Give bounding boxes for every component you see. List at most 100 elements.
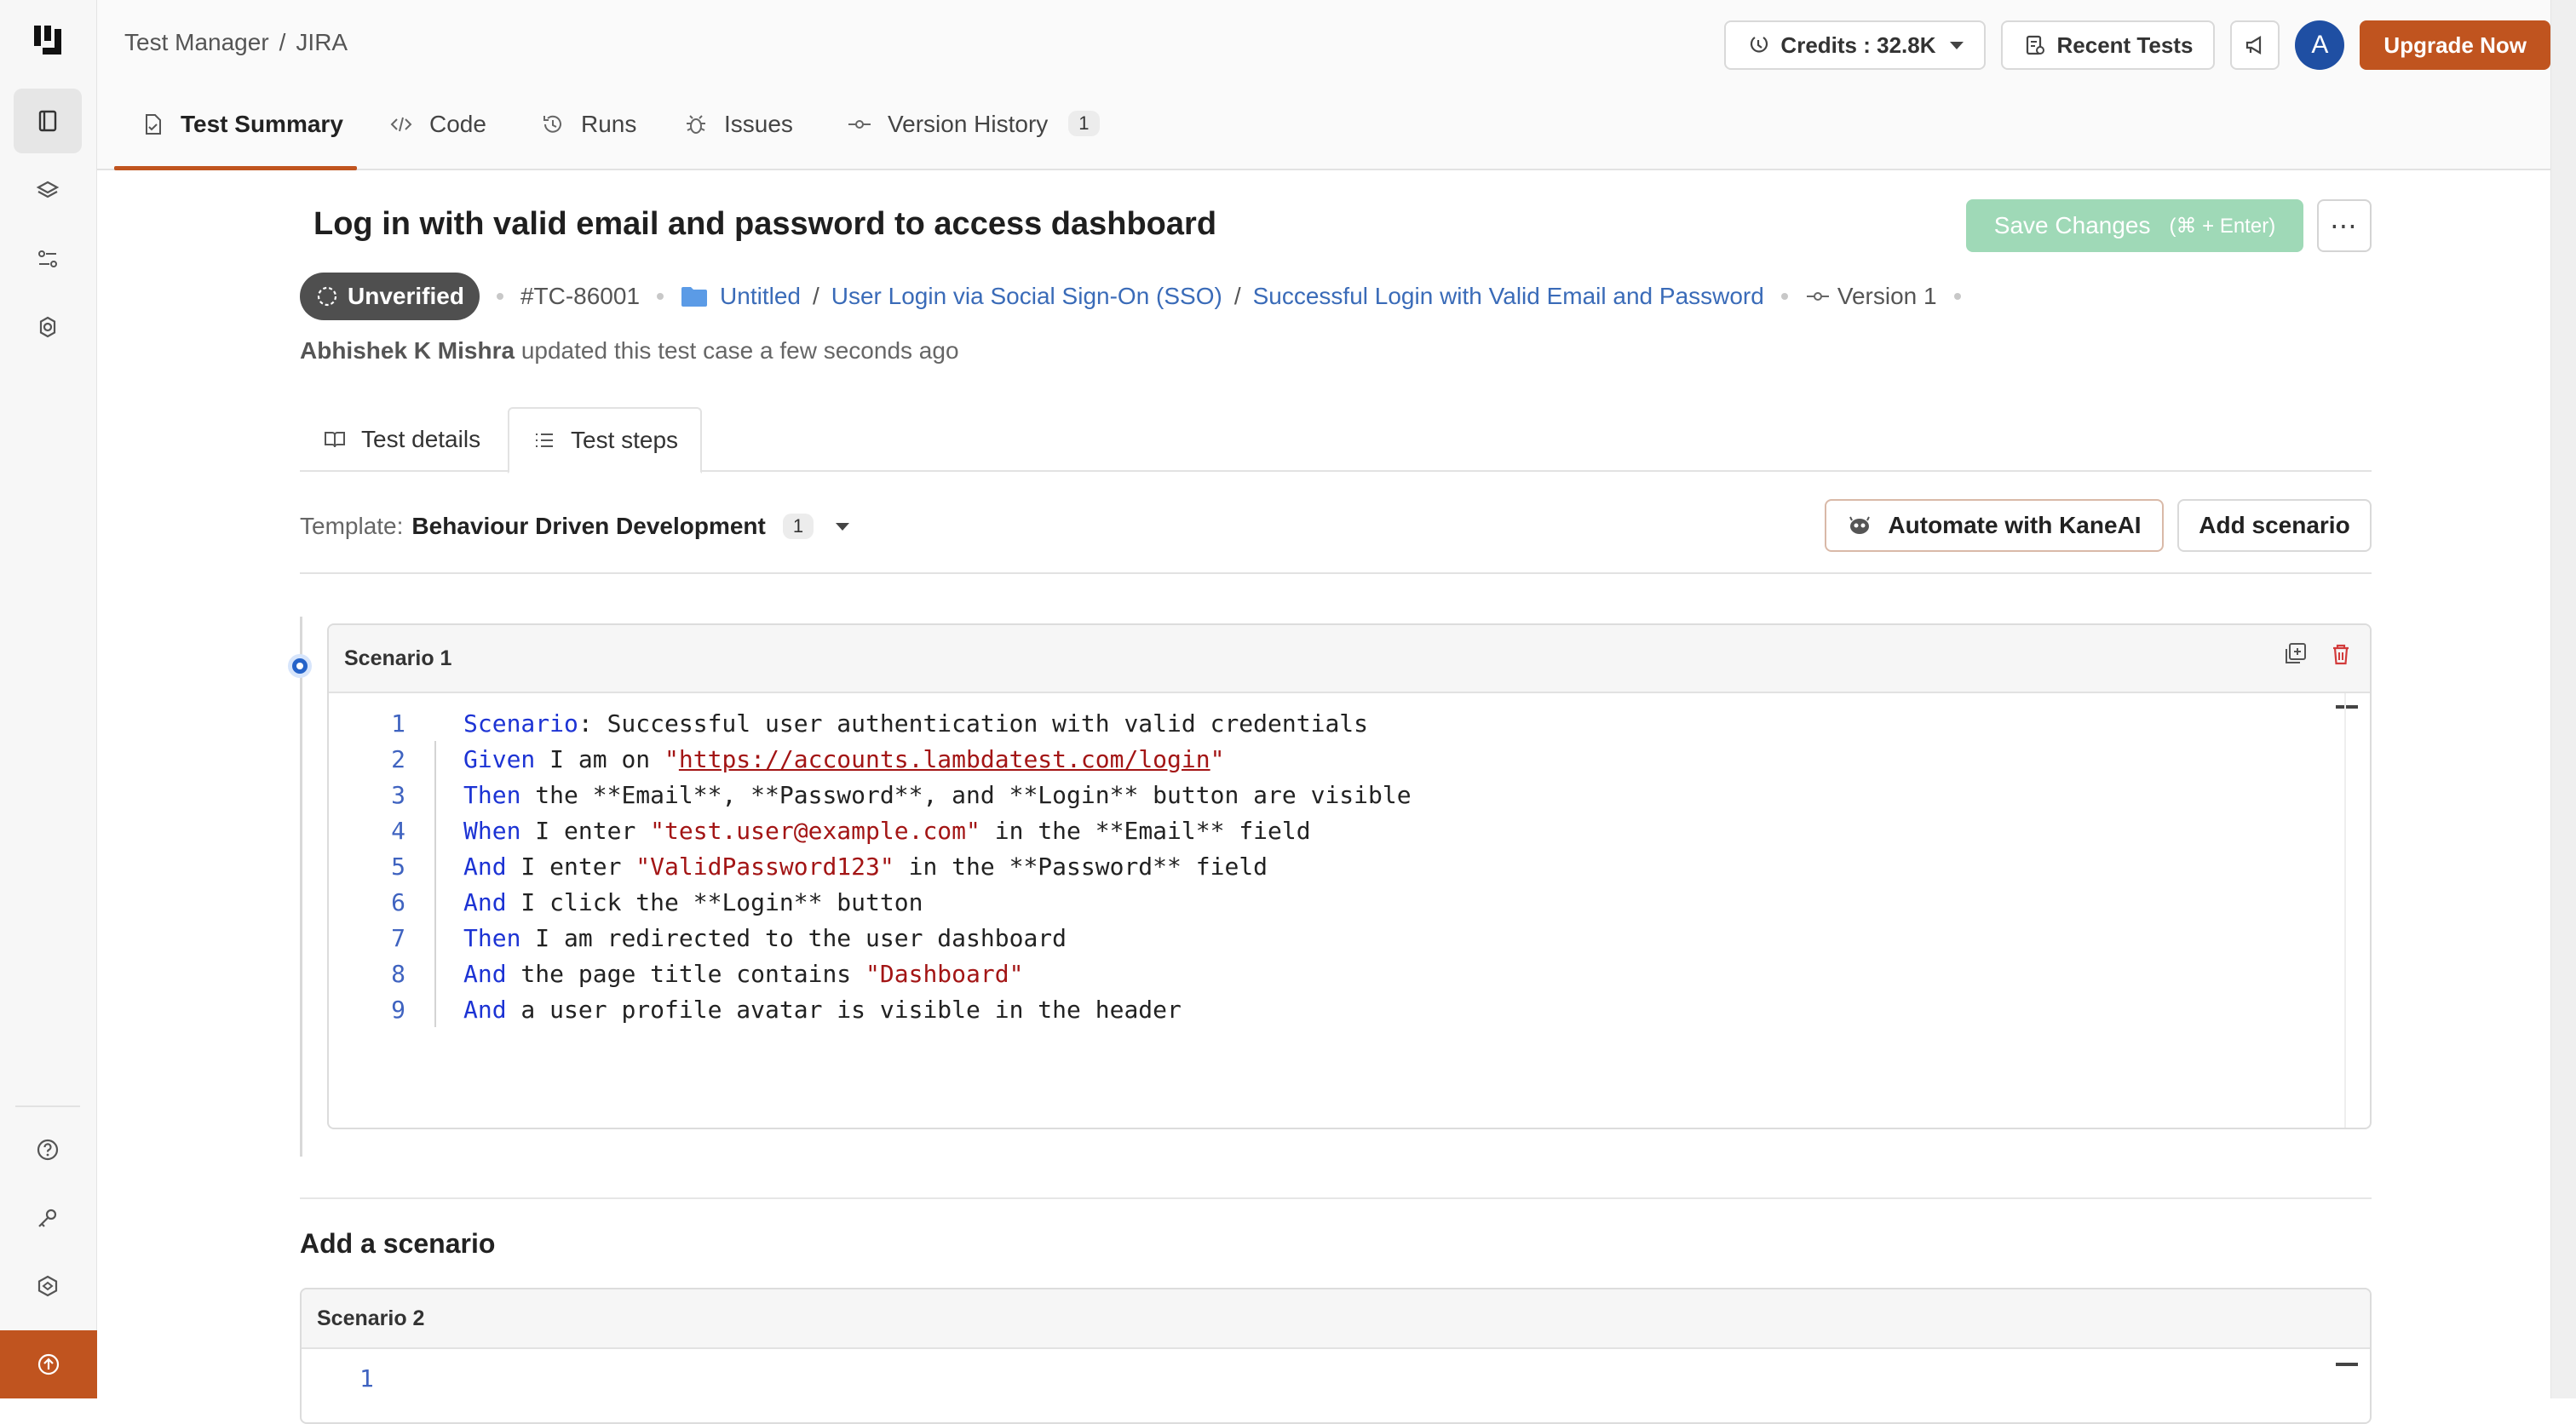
tab-label: Test steps — [571, 427, 679, 453]
code-line[interactable]: 7 Then I am redirected to the user dashbo… — [329, 920, 2370, 956]
detail-tabs: Test details Test steps — [300, 407, 2372, 474]
add-scenario-heading: Add a scenario — [300, 1228, 496, 1259]
add-scenario-button[interactable]: Add scenario — [2177, 499, 2372, 552]
scenario-2-card: Scenario 2 1 — [300, 1288, 2372, 1424]
automate-with-kaneai-button[interactable]: Automate with KaneAI — [1825, 499, 2164, 552]
code-line[interactable]: 4 When I enter "test.user@example.com" in… — [329, 812, 2370, 848]
sidebar-workflow-button[interactable] — [14, 227, 82, 291]
more-options-button[interactable]: ⋯ — [2317, 199, 2372, 252]
arrow-up-circle-icon — [37, 1353, 60, 1375]
step-text: I click the **Login** button — [506, 887, 923, 916]
code-line[interactable]: 3 Then the **Email**, **Password**, and *… — [329, 777, 2370, 812]
gherkin-keyword: Then — [463, 780, 521, 809]
recent-tests-label: Recent Tests — [2056, 32, 2194, 58]
save-changes-button[interactable]: Save Changes (⌘ + Enter) — [1966, 199, 2303, 252]
tab-version-history[interactable]: Version History 1 — [847, 111, 1100, 170]
workflow-icon — [38, 250, 57, 267]
path-segment[interactable]: User Login via Social Sign-On (SSO) — [831, 283, 1222, 310]
gherkin-keyword: And — [463, 852, 507, 881]
bug-icon — [687, 115, 705, 134]
sidebar-layers-button[interactable] — [14, 158, 82, 223]
user-avatar[interactable]: A — [2295, 20, 2345, 70]
page-scrollbar[interactable] — [2550, 0, 2576, 1398]
breadcrumb: Test Manager / JIRA — [124, 29, 348, 56]
scenario-marker — [288, 654, 312, 678]
recent-tests-icon — [2026, 35, 2044, 55]
help-icon — [37, 1139, 59, 1161]
tab-label: Runs — [581, 111, 637, 137]
status-badge[interactable]: Unverified — [300, 273, 480, 320]
path-segment[interactable]: Untitled — [720, 283, 801, 310]
gherkin-keyword: And — [463, 959, 507, 988]
book-icon — [325, 432, 345, 448]
tab-runs[interactable]: Runs — [540, 111, 636, 170]
status-label: Unverified — [348, 283, 464, 309]
breadcrumb-app[interactable]: Test Manager — [124, 29, 269, 56]
line-number: 2 — [391, 744, 405, 773]
sidebar-upgrade-button[interactable] — [0, 1330, 97, 1398]
code-line[interactable]: 1 Scenario: Successful user authenticatio… — [329, 705, 2370, 741]
code-editor[interactable]: 1 Scenario: Successful user authenticatio… — [329, 693, 2370, 1027]
updated-by: Abhishek K Mishra — [300, 337, 515, 364]
breadcrumb-project[interactable]: JIRA — [296, 29, 348, 56]
trash-icon[interactable] — [2327, 640, 2355, 668]
lambdatest-logo[interactable] — [31, 24, 66, 60]
tab-test-details[interactable]: Test details — [300, 407, 503, 472]
path-segment[interactable]: Successful Login with Valid Email and Pa… — [1253, 283, 1764, 310]
code-line[interactable]: 9 And a user profile avatar is visible in… — [329, 991, 2370, 1027]
sidebar-settings-button[interactable] — [14, 295, 82, 359]
line-number: 6 — [391, 887, 405, 916]
indent-guide — [434, 777, 436, 812]
upgrade-now-button[interactable]: Upgrade Now — [2360, 20, 2550, 70]
test-case-id: #TC-86001 — [520, 283, 641, 309]
save-shortcut: (⌘ + Enter) — [2169, 214, 2276, 238]
template-value: Behaviour Driven Development — [411, 513, 766, 539]
gherkin-keyword: When — [463, 816, 521, 845]
top-header: Test Manager / JIRA Credits : 32.8K Rece… — [97, 0, 2550, 87]
left-sidebar — [0, 0, 97, 1398]
indent-guide — [434, 991, 436, 1027]
meta-separator — [496, 293, 503, 300]
scenario-actions — [2281, 640, 2355, 668]
code-line[interactable]: 5 And I enter "ValidPassword123" in the *… — [329, 848, 2370, 884]
tab-test-summary[interactable]: Test Summary — [114, 111, 357, 170]
duplicate-icon[interactable] — [2281, 640, 2309, 668]
editor-scrollbar[interactable] — [2344, 693, 2370, 1128]
active-tab-indicator — [114, 166, 357, 170]
line-number: 8 — [391, 959, 405, 988]
string-literal: "test.user@example.com" — [650, 816, 980, 845]
tab-code[interactable]: Code — [388, 111, 486, 170]
tab-issues[interactable]: Issues — [683, 111, 793, 170]
meta-separator — [1953, 293, 1961, 300]
tab-label: Code — [429, 111, 486, 137]
sidebar-divider — [15, 1105, 80, 1107]
gherkin-keyword: Scenario — [463, 709, 578, 738]
announcements-button[interactable] — [2230, 20, 2280, 70]
meta-separator — [1780, 293, 1788, 300]
url-link[interactable]: https://accounts.lambdatest.com/login — [679, 745, 1210, 773]
step-text: I enter — [520, 816, 651, 845]
scenario-title: Scenario 2 — [317, 1306, 425, 1330]
code-line[interactable]: 6 And I click the **Login** button — [329, 884, 2370, 920]
folder-icon — [681, 287, 708, 307]
tab-label: Test details — [361, 426, 481, 452]
code-icon — [390, 117, 412, 132]
credits-button[interactable]: Credits : 32.8K — [1724, 20, 1986, 70]
gear-icon — [39, 316, 56, 338]
code-line[interactable]: 8 And the page title contains "Dashboard" — [329, 956, 2370, 991]
tab-test-steps[interactable]: Test steps — [508, 407, 703, 474]
string-literal: " — [1210, 744, 1225, 773]
chevron-down-icon — [1949, 41, 1964, 49]
commit-icon — [848, 120, 871, 129]
commit-icon — [1806, 292, 1829, 301]
version-label[interactable]: Version 1 — [1837, 283, 1937, 310]
template-selector[interactable]: Template: Behaviour Driven Development 1 — [300, 513, 850, 540]
sidebar-test-manager-button[interactable] — [14, 89, 82, 153]
sidebar-help-button[interactable] — [14, 1117, 82, 1182]
code-line[interactable]: 2 Given I am on " https://accounts.lambdat… — [329, 741, 2370, 777]
chevron-down-icon[interactable] — [836, 522, 850, 531]
tab-label: Issues — [724, 111, 793, 137]
sidebar-integrations-button[interactable] — [14, 1254, 82, 1318]
recent-tests-button[interactable]: Recent Tests — [2000, 20, 2216, 70]
sidebar-key-button[interactable] — [14, 1186, 82, 1250]
